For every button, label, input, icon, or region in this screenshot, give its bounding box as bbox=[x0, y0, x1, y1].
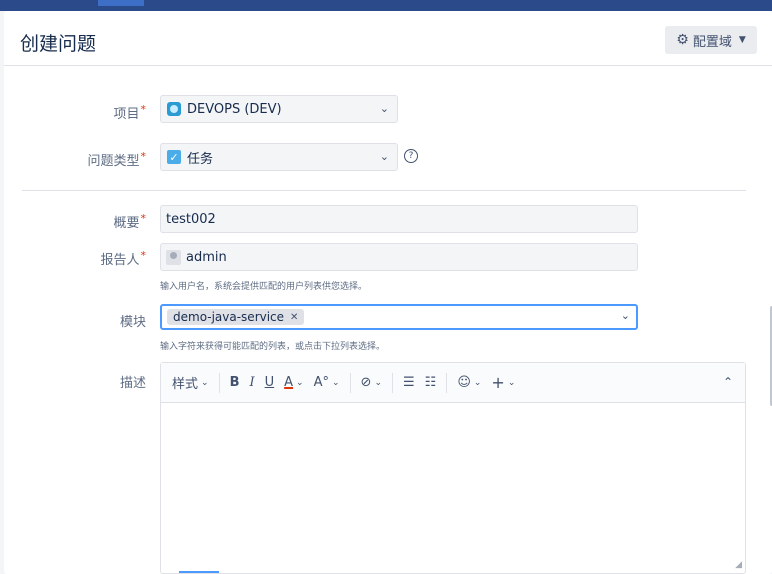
resize-handle-icon[interactable]: ◢ bbox=[735, 560, 742, 570]
project-select[interactable]: DEVOPS (DEV) ⌄ bbox=[160, 95, 398, 123]
project-label-text: 项目 bbox=[113, 107, 140, 122]
reporter-input[interactable]: admin bbox=[160, 243, 638, 271]
component-chip[interactable]: demo-java-service ✕ bbox=[167, 309, 305, 325]
project-label: 项目* bbox=[16, 103, 146, 122]
description-editor[interactable]: 样式 ⌄ B I U A ⌄ A° ⌄ ⊘ ⌄ ☰ ☷ ☺ ⌄ + ⌄ ⌃ ◢ bbox=[160, 362, 746, 574]
underline-button[interactable]: U bbox=[260, 371, 280, 395]
summary-value: test002 bbox=[166, 211, 216, 227]
more-formatting-button[interactable]: A° ⌄ bbox=[309, 371, 345, 395]
reporter-hint: 输入用户名，系统会提供匹配的用户列表供您选择。 bbox=[160, 282, 368, 292]
chevron-down-icon: ⌄ bbox=[379, 102, 389, 115]
toolbar-separator bbox=[349, 372, 351, 393]
link-icon: ⊘ bbox=[360, 375, 372, 390]
text-color-button[interactable]: A ⌄ bbox=[279, 371, 308, 395]
chevron-down-icon: ▼ bbox=[738, 35, 746, 45]
section-divider bbox=[22, 190, 746, 191]
summary-label-text: 概要 bbox=[113, 216, 140, 231]
configure-fields-label: 配置域 bbox=[692, 34, 732, 50]
required-marker: * bbox=[140, 103, 147, 116]
toolbar-separator bbox=[392, 372, 393, 393]
issue-type-select[interactable]: ✓ 任务 ⌄ bbox=[160, 143, 398, 171]
chevron-down-icon: ⌄ bbox=[332, 377, 340, 388]
chevron-down-icon: ⌄ bbox=[296, 377, 304, 388]
emoji-button[interactable]: ☺ ⌄ bbox=[452, 371, 486, 395]
numbered-list-icon: ☷ bbox=[424, 375, 437, 390]
text-color-icon: A bbox=[284, 375, 294, 390]
chevron-down-icon: ⌄ bbox=[507, 377, 516, 388]
issue-type-value: 任务 bbox=[187, 151, 214, 167]
component-label-text: 模块 bbox=[119, 315, 146, 330]
toolbar-separator bbox=[218, 372, 220, 393]
emoji-icon: ☺ bbox=[457, 375, 471, 390]
summary-label: 概要* bbox=[16, 212, 146, 231]
style-dropdown[interactable]: 样式 ⌄ bbox=[167, 371, 214, 395]
issue-type-label-text: 问题类型 bbox=[87, 154, 140, 169]
bullet-list-icon: ☰ bbox=[403, 375, 415, 390]
component-chip-label: demo-java-service bbox=[173, 310, 285, 324]
help-icon[interactable]: ? bbox=[404, 149, 418, 163]
required-marker: * bbox=[140, 212, 147, 225]
chevron-down-icon[interactable]: ⌄ bbox=[621, 309, 630, 322]
editor-tab-indicator bbox=[179, 571, 219, 573]
chevron-down-icon: ⌄ bbox=[374, 377, 382, 388]
bullet-list-button[interactable]: ☰ bbox=[398, 371, 420, 395]
description-label-text: 描述 bbox=[119, 376, 146, 391]
italic-button[interactable]: I bbox=[244, 371, 259, 395]
reporter-label-text: 报告人 bbox=[100, 253, 140, 268]
remove-icon[interactable]: ✕ bbox=[290, 312, 298, 323]
component-hint: 输入字符来获得可能匹配的列表，或点击下拉列表选择。 bbox=[160, 342, 386, 352]
project-avatar-icon bbox=[167, 102, 181, 116]
bold-button[interactable]: B bbox=[225, 371, 245, 395]
project-value: DEVOPS (DEV) bbox=[187, 101, 282, 117]
chevron-down-icon: ⌄ bbox=[473, 377, 482, 388]
component-label: 模块 bbox=[16, 311, 146, 330]
numbered-list-button[interactable]: ☷ bbox=[420, 371, 442, 395]
reporter-label: 报告人* bbox=[16, 249, 146, 268]
dialog-header: 创建问题 ⚙ 配置域 ▼ bbox=[4, 11, 772, 66]
chevron-down-icon: ⌄ bbox=[201, 377, 209, 388]
collapse-toolbar-icon[interactable]: ⌃ bbox=[723, 375, 733, 389]
top-navigation-bar bbox=[0, 0, 772, 11]
insert-button[interactable]: + ⌄ bbox=[486, 371, 520, 395]
configure-fields-button[interactable]: ⚙ 配置域 ▼ bbox=[665, 26, 757, 54]
user-avatar-icon bbox=[166, 249, 181, 265]
reporter-value: admin bbox=[186, 249, 227, 265]
required-marker: * bbox=[140, 249, 147, 262]
chevron-down-icon: ⌄ bbox=[379, 150, 389, 163]
link-button[interactable]: ⊘ ⌄ bbox=[356, 371, 387, 395]
active-nav-tab[interactable] bbox=[98, 0, 144, 6]
toolbar-separator bbox=[446, 372, 448, 393]
required-marker: * bbox=[140, 150, 147, 163]
create-issue-dialog: 创建问题 ⚙ 配置域 ▼ 项目* DEVOPS (DEV) ⌄ 问题类型* ✓ … bbox=[4, 11, 772, 574]
summary-input[interactable]: test002 bbox=[160, 205, 638, 233]
task-check-icon: ✓ bbox=[167, 150, 181, 164]
more-formatting-icon: A° bbox=[313, 375, 329, 390]
editor-toolbar: 样式 ⌄ B I U A ⌄ A° ⌄ ⊘ ⌄ ☰ ☷ ☺ ⌄ + ⌄ ⌃ bbox=[161, 363, 745, 403]
description-label: 描述 bbox=[16, 372, 146, 391]
style-label: 样式 bbox=[172, 377, 199, 392]
component-select[interactable]: demo-java-service ✕ ⌄ bbox=[160, 304, 638, 330]
dialog-title: 创建问题 bbox=[20, 33, 97, 55]
issue-type-label: 问题类型* bbox=[16, 150, 146, 169]
plus-icon: + bbox=[491, 373, 505, 392]
gear-icon: ⚙ bbox=[676, 32, 689, 48]
